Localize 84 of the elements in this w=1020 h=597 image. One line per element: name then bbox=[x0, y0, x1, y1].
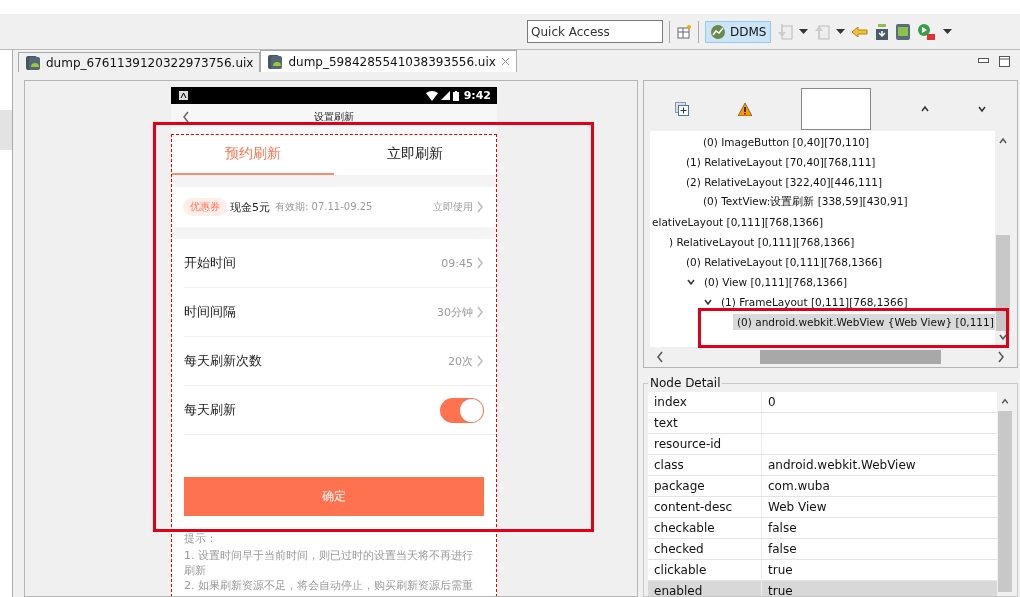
setting-label: 每天刷新 bbox=[184, 401, 236, 419]
property-row[interactable]: checked false bbox=[648, 539, 997, 560]
tree-node[interactable]: ) RelativeLayout [0,111][768,1366] bbox=[665, 234, 859, 250]
property-value: 0 bbox=[762, 392, 997, 412]
tree-node[interactable]: (0) android.webkit.WebView {Web View} [0,111] bbox=[733, 314, 995, 330]
scroll-left-icon bbox=[656, 351, 664, 363]
coupon-tag: 优惠券 bbox=[183, 198, 227, 216]
coupon-validity: 有效期: 07.11-09.25 bbox=[275, 200, 373, 214]
caret-icon[interactable] bbox=[799, 29, 809, 34]
property-name: enabled bbox=[648, 581, 761, 596]
property-name: checked bbox=[648, 539, 761, 559]
property-value: false bbox=[762, 518, 997, 538]
property-row[interactable]: clickable true bbox=[648, 560, 997, 581]
notification-icon bbox=[179, 91, 188, 100]
property-name: checkable bbox=[648, 518, 761, 538]
property-row[interactable]: text bbox=[648, 413, 997, 434]
tree-node[interactable]: (0) TextView:设置刷新 [338,59][430,91] bbox=[699, 193, 912, 211]
warning-icon[interactable] bbox=[738, 102, 753, 116]
property-row[interactable]: resource-id bbox=[648, 434, 997, 455]
quick-access-field[interactable]: Quick Access bbox=[527, 20, 663, 43]
coupon-row[interactable]: 优惠券 现金5元 有效期: 07.11-09.25 立即使用 bbox=[172, 187, 496, 227]
property-value: true bbox=[762, 581, 997, 596]
tip-text: 1. 设置时间早于当前时间，则已过时的设置当天将不再进行刷新 bbox=[184, 548, 474, 578]
tree-node[interactable]: elativeLayout [0,111][768,1366] bbox=[650, 214, 828, 230]
chevron-right-icon bbox=[476, 306, 484, 318]
editor-tab[interactable]: dump_5984285541038393556.uix bbox=[260, 50, 517, 72]
property-row[interactable]: enabled true bbox=[648, 581, 997, 596]
caret-icon[interactable] bbox=[836, 29, 846, 34]
setting-label: 时间间隔 bbox=[184, 303, 236, 321]
tree-node[interactable]: (1) FrameLayout [0,111][768,1366] bbox=[717, 294, 912, 310]
refresh-tab[interactable]: 立即刷新 bbox=[334, 135, 496, 175]
setting-label: 每天刷新次数 bbox=[184, 352, 262, 370]
screen-title: 设置刷新 bbox=[313, 110, 355, 124]
property-name: resource-id bbox=[648, 434, 761, 454]
scroll-right-icon bbox=[997, 351, 1005, 363]
battery-icon bbox=[452, 90, 459, 101]
coupon-amount: 现金5元 bbox=[230, 199, 270, 215]
tips-title: 提示： bbox=[184, 532, 218, 545]
tree-node[interactable]: (0) View [0,111][768,1366] bbox=[700, 274, 851, 290]
tree-node[interactable]: (0) ImageButton [0,40][70,110] bbox=[699, 134, 874, 150]
property-name: class bbox=[648, 455, 761, 475]
property-row[interactable]: class android.webkit.WebView bbox=[648, 455, 997, 476]
tree-node[interactable]: (0) RelativeLayout [0,111][768,1366] bbox=[682, 254, 887, 270]
property-row[interactable]: index 0 bbox=[648, 392, 997, 413]
chevron-right-icon bbox=[476, 257, 484, 269]
property-row[interactable]: package com.wuba bbox=[648, 476, 997, 497]
android-file-icon bbox=[25, 54, 41, 71]
status-time: 9:42 bbox=[463, 89, 491, 102]
caret-icon[interactable] bbox=[943, 29, 953, 34]
property-row[interactable]: content-desc Web View bbox=[648, 497, 997, 518]
property-name: package bbox=[648, 476, 761, 496]
android-file-icon bbox=[267, 53, 284, 70]
property-value: false bbox=[762, 539, 997, 559]
property-value: Web View bbox=[762, 497, 997, 517]
download-icon[interactable] bbox=[875, 22, 890, 41]
maximize-icon[interactable] bbox=[999, 55, 1010, 67]
tree-node[interactable]: (2) RelativeLayout [322,40][446,111] bbox=[682, 174, 887, 190]
run-icon[interactable] bbox=[917, 22, 938, 41]
tip-text: 2. 如果刷新资源不足，将会自动停止，购买刷新资源后需重 bbox=[184, 578, 474, 593]
wifi-icon bbox=[425, 90, 438, 101]
property-value: com.wuba bbox=[762, 476, 997, 496]
device-icon[interactable] bbox=[895, 22, 912, 41]
close-icon[interactable] bbox=[500, 57, 510, 66]
minimize-icon[interactable] bbox=[978, 58, 989, 64]
new-window-icon[interactable] bbox=[676, 23, 692, 40]
expand-all-icon[interactable] bbox=[674, 102, 689, 116]
perspective-button[interactable]: DDMS bbox=[705, 20, 772, 43]
property-name: content-desc bbox=[648, 497, 761, 517]
property-value: android.webkit.WebView bbox=[762, 455, 997, 475]
property-row[interactable]: checkable false bbox=[648, 518, 997, 539]
property-name: clickable bbox=[648, 560, 761, 580]
panel-title: Node Detail bbox=[649, 377, 722, 390]
property-value: true bbox=[762, 560, 997, 580]
signal-icon bbox=[440, 91, 450, 100]
property-name: index bbox=[648, 392, 761, 412]
tree-node[interactable]: (1) RelativeLayout [70,40][768,111] bbox=[682, 154, 880, 170]
chevron-right-icon bbox=[476, 201, 484, 213]
setting-label: 开始时间 bbox=[184, 254, 236, 272]
daily-refresh-switch[interactable] bbox=[440, 397, 484, 423]
property-name: text bbox=[648, 413, 761, 433]
back-icon bbox=[182, 111, 190, 123]
chevron-right-icon bbox=[476, 355, 484, 367]
chart-icon bbox=[710, 23, 726, 40]
editor-tab[interactable]: dump_6761139120322973756.uix bbox=[18, 52, 261, 72]
